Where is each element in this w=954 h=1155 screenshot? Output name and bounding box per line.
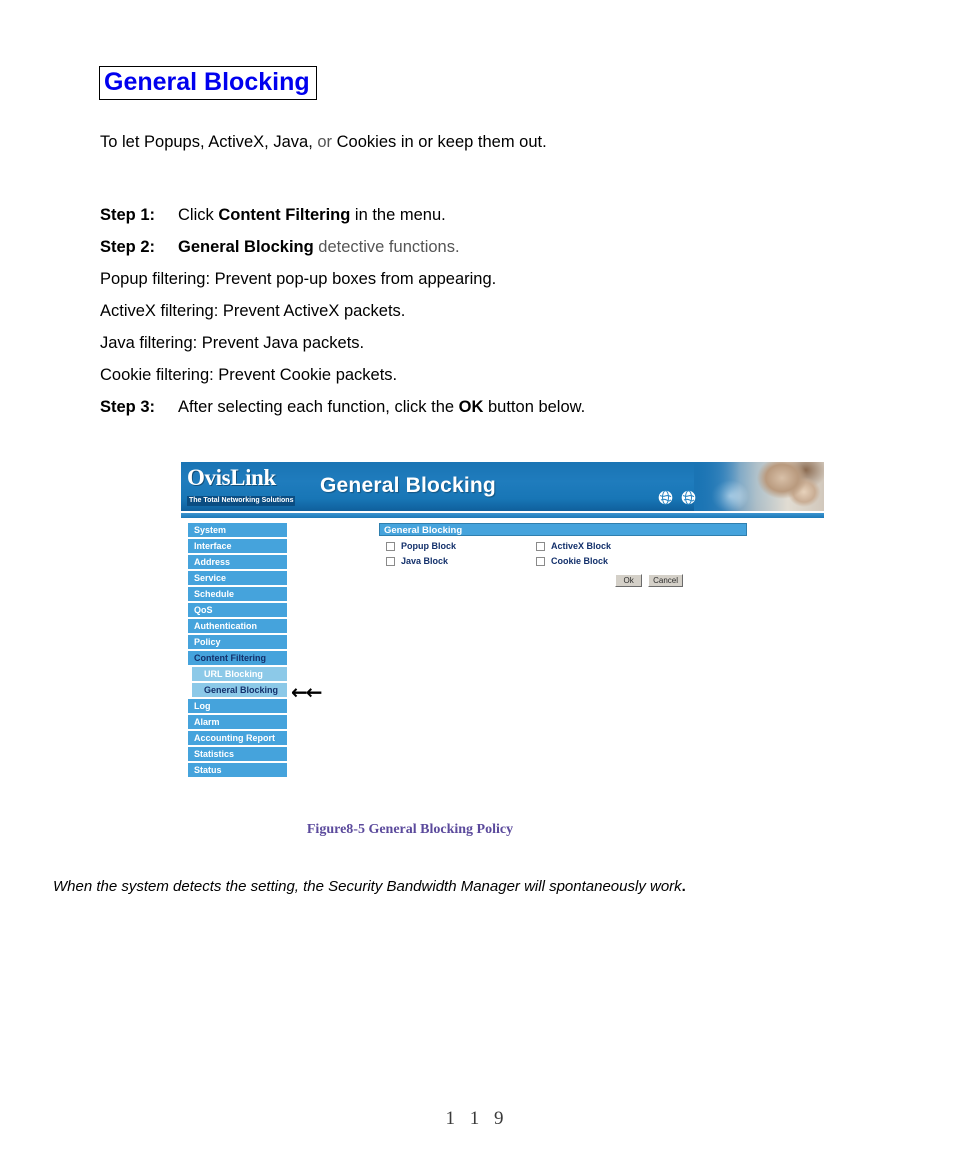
steps-list: Step 1: Click Content Filtering in the me…	[100, 199, 860, 423]
blocking-options-grid: Popup Block ActiveX Block Java Block Coo…	[379, 541, 679, 566]
checkbox-label: Java Block	[401, 556, 449, 566]
footer-note-period: .	[681, 878, 686, 895]
logo-wordmark: OvisLink	[187, 465, 276, 490]
checkbox-label: ActiveX Block	[551, 541, 612, 551]
checkbox-activex-block[interactable]: ActiveX Block	[529, 541, 679, 551]
step-label: Step 2:	[100, 238, 156, 256]
sidebar-item-address[interactable]: Address	[188, 555, 287, 569]
intro-part-3: Cookies in or keep them out.	[336, 133, 547, 151]
step-row: Step 2: General Blocking detective functi…	[100, 231, 860, 263]
step-text-a: After selecting each function, click the	[178, 398, 459, 416]
checkbox-input[interactable]	[536, 556, 545, 566]
panel-header: General Blocking	[379, 523, 747, 536]
ui-page-heading: General Blocking	[320, 474, 496, 497]
sidebar-item-system[interactable]: System	[188, 523, 287, 537]
ok-button[interactable]: Ok	[615, 574, 643, 587]
sidebar-item-accounting-report[interactable]: Accounting Report	[188, 731, 287, 745]
step-row: Cookie filtering: Prevent Cookie packets…	[100, 359, 860, 391]
sidebar-item-qos[interactable]: QoS	[188, 603, 287, 617]
cancel-button[interactable]: Cancel	[648, 574, 683, 587]
footer-note: When the system detects the setting, the…	[53, 878, 686, 895]
checkbox-popup-block[interactable]: Popup Block	[379, 541, 529, 551]
intro-part-2: or	[312, 133, 337, 151]
step-text-bold: General Blocking	[178, 238, 314, 256]
figure-caption: Figure8-5 General Blocking Policy	[306, 822, 514, 837]
step-label: Step 1:	[100, 206, 156, 224]
sidebar-item-schedule[interactable]: Schedule	[188, 587, 287, 601]
checkbox-input[interactable]	[386, 541, 395, 551]
router-admin-ui-screenshot: OvisLink The Total Networking Solutions …	[181, 462, 824, 782]
step-text-a: Click	[178, 206, 219, 224]
checkbox-cookie-block[interactable]: Cookie Block	[529, 556, 679, 566]
intro-paragraph: To let Popups, ActiveX, Java, or Cookies…	[100, 133, 547, 152]
checkbox-label: Cookie Block	[551, 556, 609, 566]
step-row: Step 1: Click Content Filtering in the me…	[100, 199, 860, 231]
step-plain-text: Popup filtering: Prevent pop-up boxes fr…	[100, 270, 497, 288]
banner-separator	[181, 513, 824, 518]
step-plain-text: Java filtering: Prevent Java packets.	[100, 334, 365, 352]
sidebar-item-interface[interactable]: Interface	[188, 539, 287, 553]
general-blocking-panel: General Blocking Popup Block ActiveX Blo…	[379, 523, 747, 587]
step-row: Java filtering: Prevent Java packets.	[100, 327, 860, 359]
panel-button-row: Ok Cancel	[379, 574, 747, 587]
sidebar-item-alarm[interactable]: Alarm	[188, 715, 287, 729]
ovislink-logo: OvisLink The Total Networking Solutions	[187, 465, 315, 506]
page-number: 1 1 9	[445, 1108, 509, 1129]
checkbox-input[interactable]	[536, 541, 545, 551]
step-plain-text: Cookie filtering: Prevent Cookie packets…	[100, 366, 398, 384]
step-label: Step 3:	[100, 398, 156, 416]
intro-part-1: To let Popups, ActiveX, Java,	[100, 133, 313, 151]
step-row: Step 3: After selecting each function, cl…	[100, 391, 860, 423]
sidebar-subitem-general-blocking[interactable]: General Blocking	[192, 683, 287, 697]
options-row: Popup Block ActiveX Block	[379, 541, 679, 551]
step-row: Popup filtering: Prevent pop-up boxes fr…	[100, 263, 860, 295]
checkbox-input[interactable]	[386, 556, 395, 566]
banner-photo-decoration	[694, 462, 824, 511]
step-row: ActiveX filtering: Prevent ActiveX packe…	[100, 295, 860, 327]
step-text-b: detective functions.	[313, 238, 460, 256]
globe-icon	[681, 490, 696, 505]
ui-sidebar: System Interface Address Service Schedul…	[188, 523, 287, 779]
sidebar-item-statistics[interactable]: Statistics	[188, 747, 287, 761]
checkbox-label: Popup Block	[401, 541, 457, 551]
ui-banner: OvisLink The Total Networking Solutions …	[181, 462, 824, 511]
step-text-bold: Content Filtering	[218, 206, 351, 224]
step-text-b: in the menu.	[350, 206, 446, 224]
annotation-arrows-icon: ←←	[291, 680, 322, 704]
options-row: Java Block Cookie Block	[379, 556, 679, 566]
footer-note-text: When the system detects the setting, the…	[53, 878, 682, 895]
globe-icon	[658, 490, 673, 505]
checkbox-java-block[interactable]: Java Block	[379, 556, 529, 566]
step-text-bold: OK	[458, 398, 484, 416]
logo-tagline: The Total Networking Solutions	[187, 496, 296, 506]
sidebar-item-authentication[interactable]: Authentication	[188, 619, 287, 633]
sidebar-item-status[interactable]: Status	[188, 763, 287, 777]
step-text-b: button below.	[483, 398, 586, 416]
sidebar-item-log[interactable]: Log	[188, 699, 287, 713]
sidebar-item-service[interactable]: Service	[188, 571, 287, 585]
sidebar-item-content-filtering[interactable]: Content Filtering	[188, 651, 287, 665]
page-title: General Blocking	[99, 66, 317, 100]
step-plain-text: ActiveX filtering: Prevent ActiveX packe…	[100, 302, 406, 320]
sidebar-subitem-url-blocking[interactable]: URL Blocking	[192, 667, 287, 681]
sidebar-item-policy[interactable]: Policy	[188, 635, 287, 649]
